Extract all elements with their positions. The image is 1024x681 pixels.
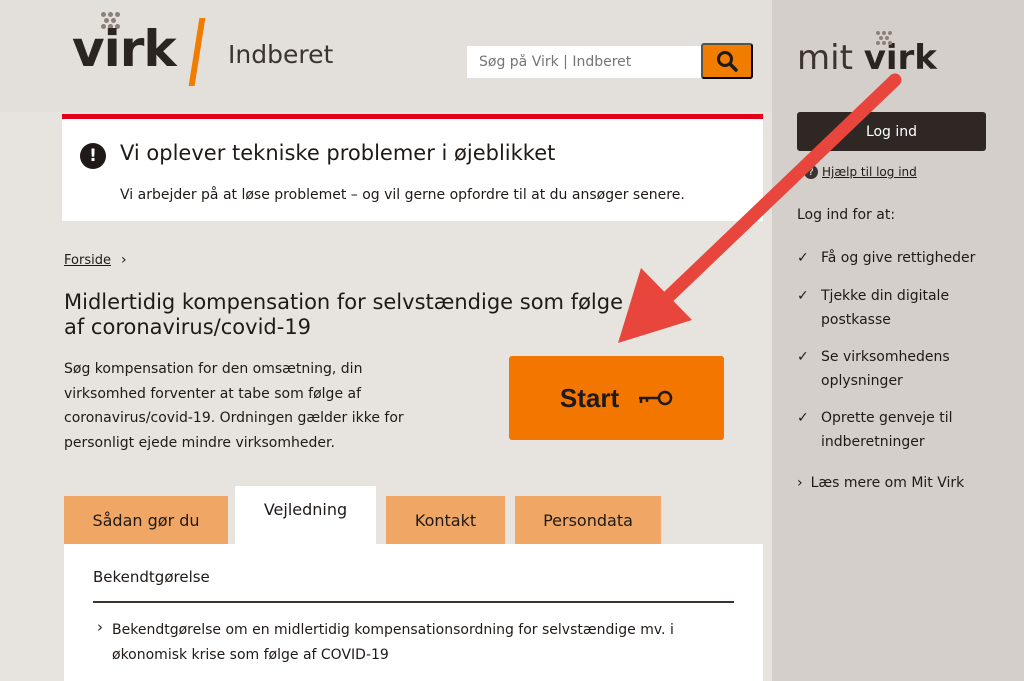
exclamation-icon: ! <box>80 143 106 169</box>
technical-problems-alert: ! Vi oplever tekniske problemer i øjebli… <box>62 114 763 221</box>
check-icon: ✓ <box>797 288 809 304</box>
panel-heading: Bekendtgørelse <box>93 568 210 586</box>
benefit-item: ✓ Få og give rettigheder <box>797 246 981 270</box>
benefit-item: ✓ Tjekke din digitale postkasse <box>797 284 981 332</box>
help-login-label[interactable]: Hjælp til log ind <box>822 165 917 179</box>
chevron-right-icon: › <box>120 252 127 268</box>
search-button[interactable] <box>701 43 753 79</box>
bekendtgoerelse-link[interactable]: Bekendtgørelse om en midlertidig kompens… <box>112 618 712 668</box>
read-more-link[interactable]: › Læs mere om Mit Virk <box>797 475 964 491</box>
page-title: Midlertidig kompensation for selvstændig… <box>64 290 624 339</box>
login-button[interactable]: Log ind <box>797 112 986 151</box>
chevron-right-icon: › <box>797 475 803 491</box>
check-icon: ✓ <box>797 349 809 365</box>
start-button[interactable]: Start <box>509 356 724 440</box>
check-icon: ✓ <box>797 410 809 426</box>
help-icon: ? <box>804 165 818 179</box>
alert-text: Vi arbejder på at løse problemet – og vi… <box>120 187 685 203</box>
check-icon: ✓ <box>797 250 809 266</box>
virk-logo[interactable]: virk <box>72 24 177 74</box>
start-button-label: Start <box>559 382 620 413</box>
benefit-item: ✓ Oprette genveje til indberetninger <box>797 406 981 454</box>
tab-kontakt[interactable]: Kontakt <box>386 496 505 544</box>
search-icon <box>717 51 738 72</box>
tab-persondata[interactable]: Persondata <box>515 496 661 544</box>
divider <box>93 601 734 603</box>
breadcrumb: Forside › <box>64 252 127 268</box>
mit-virk-sidebar <box>772 0 1024 681</box>
alert-title: Vi oplever tekniske problemer i øjeblikk… <box>120 141 556 165</box>
key-icon <box>639 390 673 406</box>
tab-vejledning[interactable]: Vejledning <box>235 486 376 544</box>
tab-saadan-goer-du[interactable]: Sådan gør du <box>64 496 228 544</box>
login-lead: Log ind for at: <box>797 207 896 223</box>
chevron-right-icon: › <box>97 618 103 636</box>
breadcrumb-home-link[interactable]: Forside <box>64 253 111 268</box>
mit-virk-logo: mit virk <box>797 38 937 78</box>
search-input[interactable] <box>467 46 701 78</box>
help-login-link[interactable]: ? Hjælp til log ind <box>804 165 917 179</box>
product-name: Indberet <box>228 40 334 69</box>
logo-dots-icon <box>874 31 896 49</box>
tab-panel: Bekendtgørelse › Bekendtgørelse om en mi… <box>64 544 763 681</box>
intro-text: Søg kompensation for den omsætning, din … <box>64 361 404 451</box>
benefit-item: ✓ Se virksomhedens oplysninger <box>797 345 981 393</box>
